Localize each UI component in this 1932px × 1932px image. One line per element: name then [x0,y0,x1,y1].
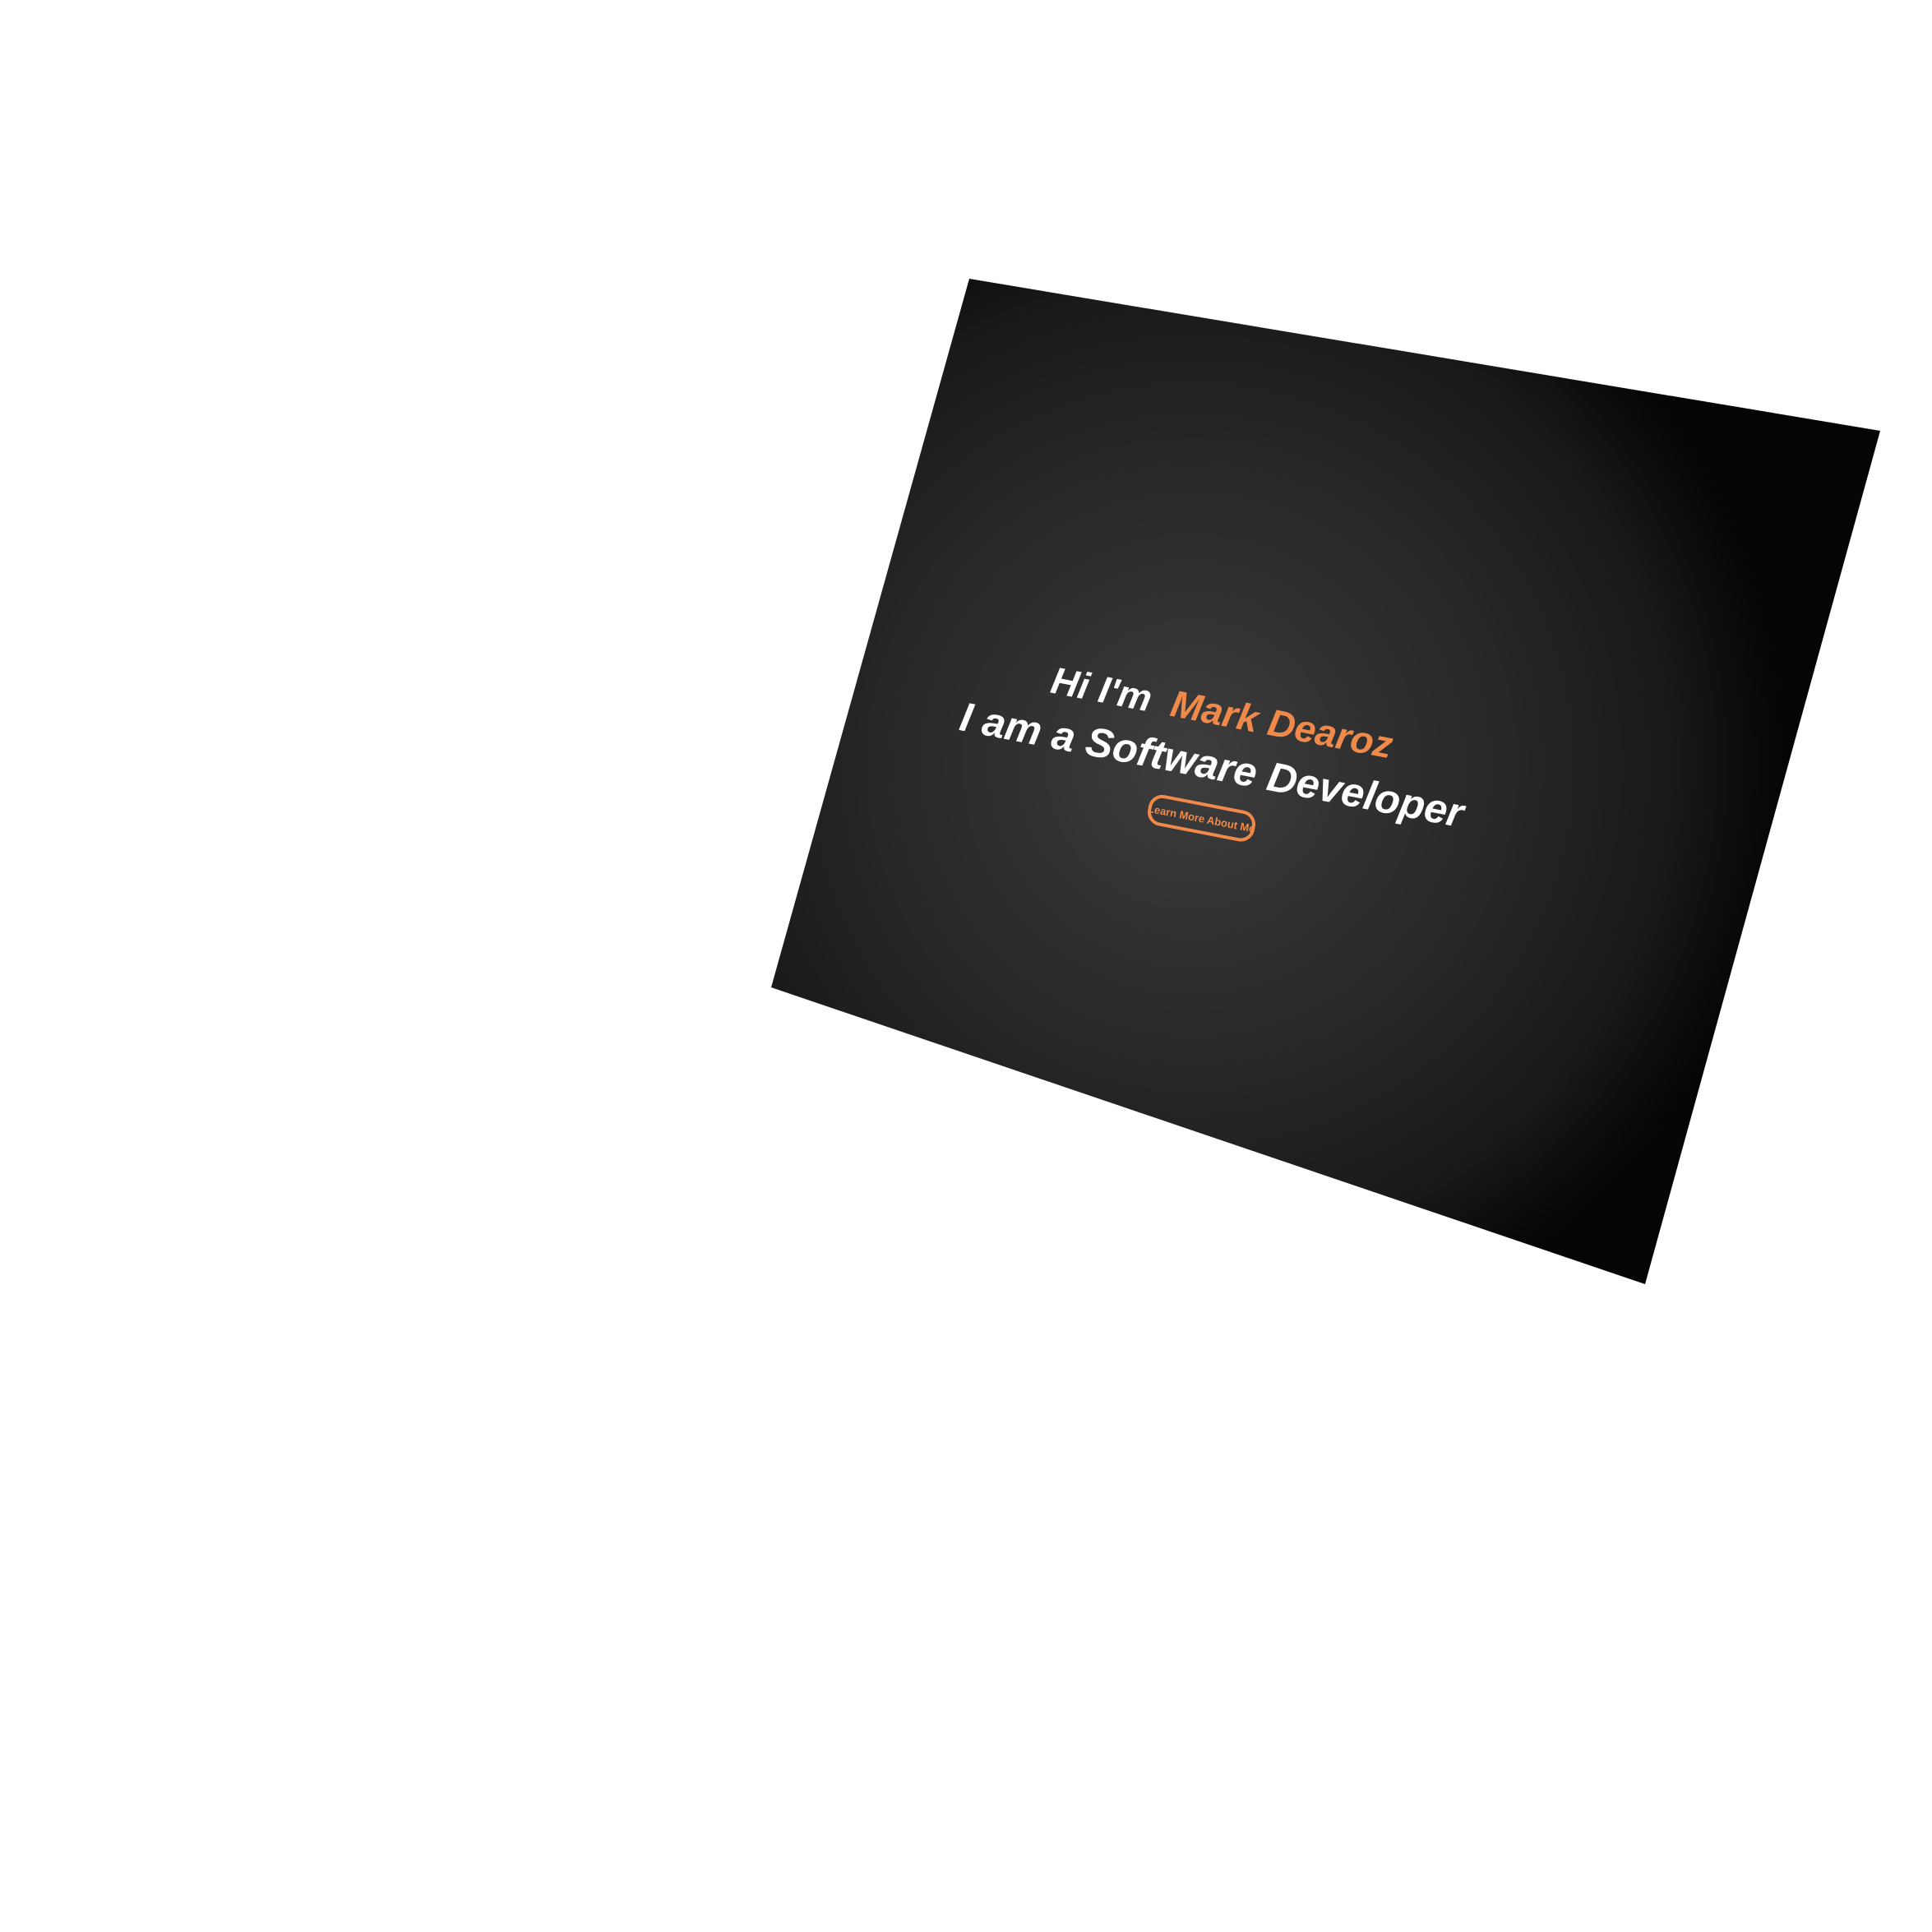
screenshot-stage: Hi I'm Mark Dearoz I am a Software Devel… [0,0,1932,1932]
tilted-hero-scene: Hi I'm Mark Dearoz I am a Software Devel… [771,279,1880,1284]
